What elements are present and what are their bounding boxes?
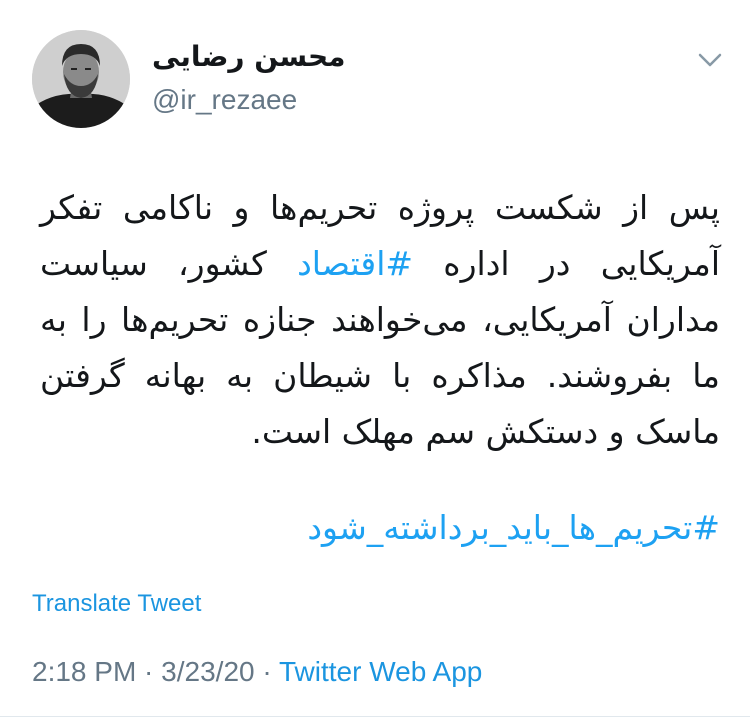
author-handle[interactable]: @ir_rezaee	[152, 84, 297, 116]
author-display-name[interactable]: محسن رضایی	[152, 40, 345, 73]
tweet-time[interactable]: 2:18 PM	[32, 656, 136, 687]
chevron-down-icon[interactable]	[696, 50, 724, 70]
hashtag-link-tahrim[interactable]: #تحریم_ها_باید_برداشته_شود	[40, 500, 720, 556]
tweet-card: محسن رضایی @ir_rezaee پس از شکست پروژه ت…	[0, 0, 750, 720]
tweet-metadata: 2:18 PM · 3/23/20 · Twitter Web App	[32, 656, 482, 688]
tweet-text: پس از شکست پروژه تحریم‌ها و ناکامی تفکر …	[40, 180, 720, 460]
hashtag-link-eghtesad[interactable]: #اقتصاد	[297, 244, 413, 283]
tweet-date[interactable]: 3/23/20	[161, 656, 254, 687]
meta-separator-1: ·	[136, 656, 162, 687]
meta-separator-2: ·	[254, 656, 279, 687]
tweet-source-app[interactable]: Twitter Web App	[279, 656, 482, 687]
divider	[0, 716, 750, 717]
translate-tweet-link[interactable]: Translate Tweet	[32, 590, 201, 618]
avatar[interactable]	[32, 30, 130, 128]
